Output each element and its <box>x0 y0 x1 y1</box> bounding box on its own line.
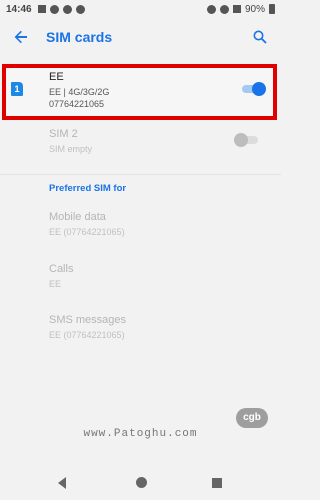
back-arrow-icon[interactable] <box>10 26 32 48</box>
signal-icon <box>232 5 241 13</box>
sim2-name: SIM 2 <box>49 128 78 140</box>
pref-value: EE (07764221065) <box>49 330 125 340</box>
navigation-bar <box>0 440 281 500</box>
nav-home-icon[interactable] <box>136 477 147 488</box>
sim-cards-list: 1 EE EE | 4G/3G/2G 07764221065 SIM 2 SIM… <box>0 56 281 440</box>
divider <box>0 174 281 175</box>
messenger-icon <box>49 4 59 14</box>
pref-label: SMS messages <box>49 314 127 326</box>
toggle-thumb <box>234 133 248 147</box>
pref-sms[interactable]: SMS messages EE (07764221065) <box>49 314 269 340</box>
app-bar: SIM cards <box>0 18 281 56</box>
sim1-network: EE | 4G/3G/2G <box>49 87 110 97</box>
alarm-icon <box>206 4 216 14</box>
system-icons: 90% <box>206 3 275 15</box>
preferred-sim-header: Preferred SIM for <box>49 183 127 194</box>
sim1-name: EE <box>49 71 64 83</box>
battery-percent: 90% <box>244 3 265 15</box>
notification-icons <box>37 4 85 14</box>
toggle-thumb <box>252 82 266 96</box>
status-time: 14:46 <box>6 3 32 15</box>
sim2-toggle[interactable] <box>234 132 260 148</box>
sim1-row[interactable]: 1 EE EE | 4G/3G/2G 07764221065 <box>2 64 277 120</box>
gallery-icon <box>37 5 46 13</box>
watermark-site: www.Patoghu.com <box>83 428 198 440</box>
watermark: cgb www.Patoghu.com <box>0 408 281 440</box>
sim2-row[interactable]: SIM 2 SIM empty <box>0 128 281 168</box>
watermark-logo: cgb <box>236 408 268 428</box>
sim1-number: 07764221065 <box>49 99 105 109</box>
battery-icon <box>269 4 275 14</box>
page-title: SIM cards <box>46 29 113 45</box>
pref-value: EE (07764221065) <box>49 227 125 237</box>
nav-recents-icon[interactable] <box>212 478 222 488</box>
pref-label: Mobile data <box>49 211 106 223</box>
pref-mobile-data[interactable]: Mobile data EE (07764221065) <box>49 211 269 237</box>
sim2-status: SIM empty <box>49 144 93 154</box>
status-bar: 14:46 90% <box>0 0 281 18</box>
sim1-toggle[interactable] <box>240 81 266 97</box>
pref-label: Calls <box>49 263 74 275</box>
nav-back-icon[interactable] <box>58 477 66 489</box>
pref-calls[interactable]: Calls EE <box>49 263 269 289</box>
search-icon[interactable] <box>249 26 271 48</box>
sync-icon <box>75 4 85 14</box>
pref-value: EE <box>49 279 62 289</box>
wifi-icon <box>219 4 229 14</box>
sim-card-icon: 1 <box>11 82 23 96</box>
messenger-icon-2 <box>62 4 72 14</box>
